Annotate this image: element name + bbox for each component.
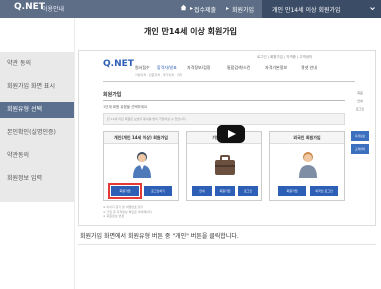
rail-item[interactable]: 안내 bbox=[351, 99, 369, 103]
logo-subtitle[interactable]: 이용안내 bbox=[42, 4, 64, 13]
sidebar-item-member-info[interactable]: 회원정보 입력 bbox=[0, 171, 74, 187]
breadcrumb-item[interactable]: 회원가입 bbox=[232, 5, 254, 14]
rail-button[interactable]: 자격정보 bbox=[351, 131, 369, 141]
site-nav-item-selected[interactable]: 합격자/발표 bbox=[157, 65, 177, 71]
lesson-frame: Q.NET 이용안내 ▸ 접수제출 ▸ 회원가입 개인 만14세 이상 회원가입… bbox=[0, 0, 381, 289]
sidebar-item-identity-check[interactable]: 본인확인(실명인증) bbox=[0, 125, 74, 141]
page-heading: 회원가입 bbox=[103, 92, 122, 98]
rail-item[interactable]: 회원 bbox=[351, 91, 369, 95]
site-subnav[interactable]: 기술자격 · 전문자격 · 국가자격 · 기타 bbox=[135, 73, 365, 79]
card-title: 개인(개인 14세 이상) 회원가입 bbox=[104, 132, 178, 144]
play-button-icon[interactable] bbox=[217, 125, 245, 143]
divider bbox=[78, 244, 376, 245]
footnote: ※ 회원정보 변경 bbox=[103, 214, 124, 218]
site-nav-item[interactable]: 자격정보/검정 bbox=[187, 65, 210, 71]
member-type-card-individual: 개인(개인 14세 이상) 회원가입 회원가입 로그인하기 bbox=[103, 131, 179, 201]
site-logo[interactable]: Q.NET bbox=[103, 59, 134, 69]
chevron-down-icon[interactable] bbox=[370, 6, 375, 11]
breadcrumb-separator: ▸ bbox=[226, 5, 230, 12]
briefcase-icon bbox=[215, 155, 235, 175]
step-text: 1단계 회원 유형을 선택하세요 bbox=[103, 105, 148, 109]
page-title: 개인 만14세 이상 회원가입 bbox=[143, 27, 238, 36]
corporate-guide-button[interactable]: 안내 bbox=[192, 186, 212, 196]
right-rail: 회원 안내 로그인 자격정보 고객센터 bbox=[351, 91, 369, 171]
divider bbox=[103, 100, 345, 101]
sidebar-item-signup-screen[interactable]: 회원가입 화면 표시 bbox=[0, 79, 74, 95]
person-icon bbox=[133, 152, 151, 178]
logo[interactable]: Q.NET bbox=[14, 2, 45, 12]
card-title: 외국인 회원가입 bbox=[270, 132, 344, 144]
foreigner-signup-button[interactable]: 회원가입 bbox=[278, 186, 306, 196]
sidebar-item-agreement[interactable]: 약관동의 bbox=[0, 148, 74, 164]
member-type-card-foreigner: 외국인 회원가입 회원가입 외국인 로그인 bbox=[269, 131, 345, 201]
foreigner-login-button[interactable]: 외국인 로그인 bbox=[310, 186, 338, 196]
sidebar-item-member-type[interactable]: 회원유형 선택 bbox=[0, 102, 74, 118]
sidebar: 약관 동의 회원가입 화면 표시 회원유형 선택 본인확인(실명인증) 약관동의… bbox=[0, 52, 74, 202]
rail-button[interactable]: 고객센터 bbox=[351, 144, 369, 154]
site-nav-item[interactable]: 통합검색/스킨 bbox=[227, 65, 250, 71]
content-area: 회원가입 1단계 회원 유형을 선택하세요 만 14세 미만 회원은 보호자 동… bbox=[103, 91, 345, 219]
home-icon[interactable] bbox=[180, 4, 187, 11]
site-util-links[interactable]: 로그인 | 회원가입 | 자격증 | 고객센터 bbox=[257, 55, 312, 60]
breadcrumb-separator: ▸ bbox=[190, 5, 194, 12]
instruction-caption: 회원가입 화면에서 회원유형 버튼 중 "개인" 버튼을 클릭합니다. bbox=[80, 233, 239, 240]
site-nav-item[interactable]: 자격기본정보 bbox=[265, 65, 287, 71]
divider bbox=[103, 81, 355, 82]
corporate-signup-button[interactable]: 회원가입 bbox=[215, 186, 235, 196]
site-nav-item[interactable]: 원서접수 bbox=[135, 65, 150, 71]
divider bbox=[74, 18, 75, 289]
individual-login-button[interactable]: 로그인하기 bbox=[144, 186, 172, 196]
rail-item[interactable]: 로그인 bbox=[351, 107, 369, 111]
globe-person-icon bbox=[299, 152, 317, 178]
breadcrumb-current-label[interactable]: 개인 만14세 이상 회원가입 bbox=[272, 5, 341, 14]
notice-box: 만 14세 미만 회원은 보호자 동의를 받아 가입하실 수 있습니다. bbox=[103, 113, 345, 125]
sidebar-item-terms[interactable]: 약관 동의 bbox=[0, 56, 74, 72]
embedded-screenshot: Q.NET 로그인 | 회원가입 | 자격증 | 고객센터 원서접수 합격자/발… bbox=[78, 50, 376, 226]
breadcrumb-item[interactable]: 접수제출 bbox=[194, 5, 216, 14]
site-nav: 원서접수 합격자/발표 자격정보/검정 통합검색/스킨 자격기본정보 큐넷 안내 bbox=[135, 65, 365, 73]
corporate-login-button[interactable]: 로그인 bbox=[238, 186, 258, 196]
footnotes: ※ 아이디 찾기 및 비밀번호 찾기 ※ 가입 후 자격정보 확인은 마이페이지… bbox=[103, 205, 152, 219]
individual-signup-button[interactable]: 회원가입 bbox=[108, 183, 142, 199]
site-nav-item[interactable]: 큐넷 안내 bbox=[301, 65, 317, 71]
top-bar: Q.NET 이용안내 ▸ 접수제출 ▸ 회원가입 개인 만14세 이상 회원가입 bbox=[0, 0, 381, 18]
